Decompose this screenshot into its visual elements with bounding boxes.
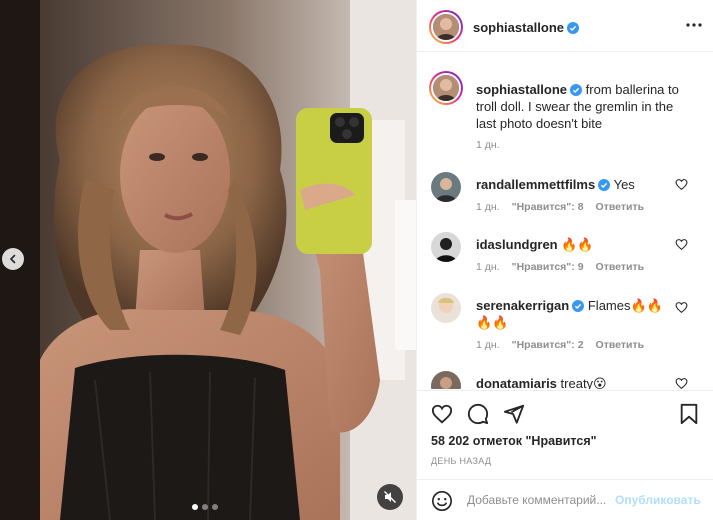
comment-avatar[interactable] [431,172,461,202]
chevron-left-icon [9,254,16,264]
verified-badge-icon [572,300,585,312]
smiley-icon[interactable] [431,490,453,512]
comment-username[interactable]: idaslundgren [476,237,558,252]
comment-username[interactable]: donatamiaris [476,376,557,389]
comments-list[interactable]: sophiastallone from ballerina to troll d… [417,53,713,389]
header-author: sophiastallone [473,19,580,37]
author-username[interactable]: sophiastallone [473,20,564,35]
likes-count[interactable]: 58 202 отметок "Нравится" [431,434,597,448]
caption-text-block: sophiastallone from ballerina to troll d… [476,81,682,132]
heart-icon[interactable] [675,238,688,251]
post-footer: 58 202 отметок "Нравится" ДЕНЬ НАЗАД Опу… [417,390,713,520]
caption-time[interactable]: 1 дн. [476,139,500,151]
comment-text-block: idaslundgren 🔥🔥 [476,236,682,253]
caption-meta: 1 дн. [476,139,500,151]
add-comment-bar: Опубликовать [417,479,713,520]
carousel-dot [212,504,218,510]
more-dots-icon[interactable] [685,16,703,34]
avatar-image [433,75,459,101]
reply-button[interactable]: Ответить [596,339,645,351]
comment-text-block: randallemmettfilms Yes [476,176,682,193]
paper-plane-icon[interactable] [503,403,525,425]
reply-button[interactable]: Ответить [596,261,645,273]
reply-button[interactable]: Ответить [596,201,645,213]
comment-username[interactable]: randallemmettfilms [476,177,595,192]
author-avatar[interactable] [429,10,463,44]
comment-text: Yes [613,177,635,192]
avatar-image [431,371,461,389]
comment-text: 🔥🔥 [561,237,594,252]
muted-speaker-icon [384,491,396,503]
bookmark-icon[interactable] [679,403,699,425]
comment-text-block: serenakerrigan Flames🔥🔥🔥🔥 [476,297,676,331]
comment-avatar[interactable] [431,293,461,323]
comment-username[interactable]: serenakerrigan [476,298,569,313]
post-header: sophiastallone [417,0,713,52]
comment-time[interactable]: 1 дн. [476,339,500,351]
avatar-image [431,293,461,323]
post-details-panel: sophiastallone sophiastallone from balle… [416,0,713,520]
comment-text: treaty😮 [560,376,607,389]
carousel-dot [202,504,208,510]
post-date[interactable]: ДЕНЬ НАЗАД [431,456,491,466]
comment-time[interactable]: 1 дн. [476,201,500,213]
avatar-image [431,172,461,202]
heart-icon[interactable] [675,377,688,389]
comment-meta: 1 дн. "Нравится": 2 Ответить [476,339,644,351]
comment-avatar[interactable] [431,232,461,262]
comment-meta: 1 дн. "Нравится": 9 Ответить [476,261,644,273]
heart-icon[interactable] [675,301,688,314]
avatar-image [431,232,461,262]
heart-icon[interactable] [431,403,453,425]
comment-meta: 1 дн. "Нравится": 8 Ответить [476,201,644,213]
verified-badge-icon [567,22,580,34]
verified-badge-icon [570,84,583,96]
comment-time[interactable]: 1 дн. [476,261,500,273]
carousel-prev-button[interactable] [2,248,24,270]
comment-likes[interactable]: "Нравится": 8 [512,201,584,213]
comment-likes[interactable]: "Нравится": 9 [512,261,584,273]
comment-likes[interactable]: "Нравится": 2 [512,339,584,351]
post-media[interactable] [0,0,416,520]
comment-input[interactable] [467,490,613,510]
caption-avatar[interactable] [429,71,463,105]
comment-text-block: donatamiaris treaty😮 [476,375,682,389]
action-bar [431,403,525,425]
post-photo [0,0,416,520]
avatar-image [433,14,459,40]
caption-username[interactable]: sophiastallone [476,82,567,97]
comment-icon[interactable] [467,403,489,425]
comment-avatar[interactable] [431,371,461,389]
post-comment-button[interactable]: Опубликовать [615,493,701,507]
carousel-indicator [192,504,218,510]
verified-badge-icon [598,179,611,191]
heart-icon[interactable] [675,178,688,191]
carousel-dot [192,504,198,510]
mute-toggle-button[interactable] [377,484,403,510]
